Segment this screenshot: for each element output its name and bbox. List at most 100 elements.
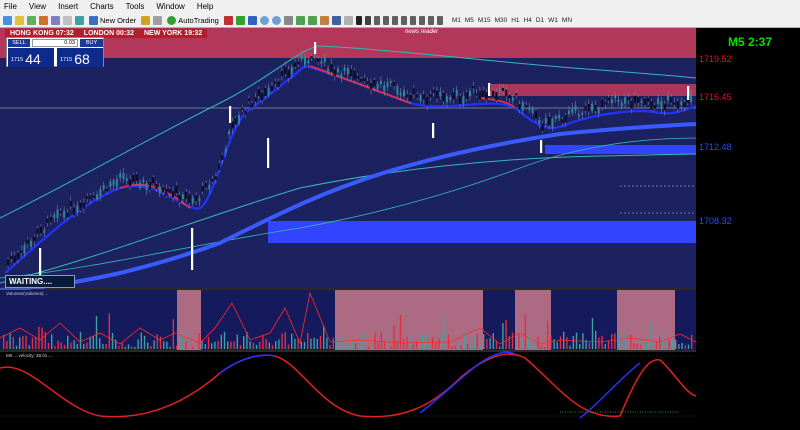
auto-scroll-icon[interactable] [295,15,305,25]
line-chart-icon[interactable] [247,15,257,25]
volume-bar [345,343,347,349]
menu-charts[interactable]: Charts [90,2,114,11]
text-icon[interactable] [418,15,425,25]
price-axis [696,28,800,430]
volume-bar [47,343,50,349]
zoom-in-icon[interactable] [259,15,269,25]
indicators-icon[interactable] [319,15,329,25]
volume-bar [383,341,386,349]
price-chart[interactable] [0,28,800,430]
timeframe-m1[interactable]: M1 [450,17,463,24]
velocity-indicator[interactable] [0,352,696,430]
timeframe-h1[interactable]: H1 [509,17,521,24]
metaeditor-icon[interactable] [141,15,151,25]
candlestick-icon[interactable] [235,15,245,25]
options-icon[interactable] [153,15,163,25]
timeframe-w1[interactable]: W1 [546,17,560,24]
candle-body [604,101,607,105]
volume-bar [521,340,523,349]
trendline-icon[interactable] [391,15,398,25]
volume-bar [25,335,27,349]
menu-help[interactable]: Help [197,2,213,11]
volume-bar [127,344,130,349]
candle-body [142,179,145,183]
volume-bar [668,340,670,349]
volume-bar [457,343,459,349]
volume-bar [479,345,482,349]
timeframe-d1[interactable]: D1 [534,17,546,24]
market-watch-icon[interactable] [39,15,48,25]
label-icon[interactable] [427,15,434,25]
candle-body [383,84,386,92]
session-london: LONDON 00:32 [83,30,134,37]
candle-body [515,93,518,96]
volume-bar [607,340,610,349]
volume-bar [643,340,645,349]
vertical-line-icon[interactable] [373,15,380,25]
chart-shift-icon[interactable] [307,15,317,25]
volume-zone-3 [515,290,551,350]
volume-bar [534,343,536,349]
strategy-tester-icon[interactable] [75,15,84,25]
sell-price[interactable]: 1715 44 [8,48,54,67]
new-chart-icon[interactable] [3,15,12,25]
candle-body [241,107,244,110]
candle-body [135,174,138,181]
buy-price[interactable]: 1715 68 [57,48,103,67]
candle-body [148,181,151,190]
menu-tools[interactable]: Tools [126,2,145,11]
bar-chart-icon[interactable] [223,15,233,25]
candle-body [459,96,462,105]
candle-body [657,98,660,104]
volume-bar [291,333,293,349]
menu-file[interactable]: File [4,2,17,11]
timeframe-mn[interactable]: MN [560,17,574,24]
lot-size-input[interactable]: 0.03 [32,39,78,47]
periods-icon[interactable] [331,15,341,25]
volume-bar [454,346,456,349]
volume-bar [3,334,5,349]
profiles-icon[interactable] [27,15,36,25]
volume-bar [547,320,549,349]
tile-windows-icon[interactable] [283,15,293,25]
autotrading-button[interactable]: AutoTrading [165,14,221,26]
time-axis [0,421,696,430]
menu-window[interactable]: Window [156,2,184,11]
menu-view[interactable]: View [29,2,46,11]
timeframe-h4[interactable]: H4 [522,17,534,24]
volume-bar [19,337,21,349]
volume-zone-4 [617,290,675,350]
cursor-icon[interactable] [355,15,362,25]
timeframe-m5[interactable]: M5 [463,17,476,24]
volume-bar [179,335,181,349]
new-order-button[interactable]: New Order [87,14,138,26]
horizontal-line-icon[interactable] [382,15,389,25]
volume-bar [684,345,686,349]
candle-body [577,114,580,117]
candle-body [257,89,260,96]
navigator-icon[interactable] [51,15,60,25]
templates-icon[interactable] [343,15,353,25]
volume-bar [143,335,146,349]
candle-body [558,115,561,119]
candle-body [373,80,376,87]
buy-button[interactable]: BUY [80,39,103,47]
timeframe-m30[interactable]: M30 [493,17,510,24]
terminal-icon[interactable] [63,15,72,25]
volume-bar [371,341,373,349]
fibonacci-icon[interactable] [409,15,416,25]
volume-bar [9,333,11,349]
news-reader-label[interactable]: news reader [405,29,438,35]
volume-bar [79,331,82,349]
candle-body [327,68,330,72]
volume-bar [377,341,379,349]
channel-icon[interactable] [400,15,407,25]
crosshair-icon[interactable] [364,15,371,25]
timeframe-m15[interactable]: M15 [476,17,493,24]
arrows-icon[interactable] [436,15,443,25]
candle-body [244,110,247,115]
menu-insert[interactable]: Insert [58,2,78,11]
open-icon[interactable] [15,15,24,25]
zoom-out-icon[interactable] [271,15,281,25]
sell-button[interactable]: SELL [8,39,30,47]
